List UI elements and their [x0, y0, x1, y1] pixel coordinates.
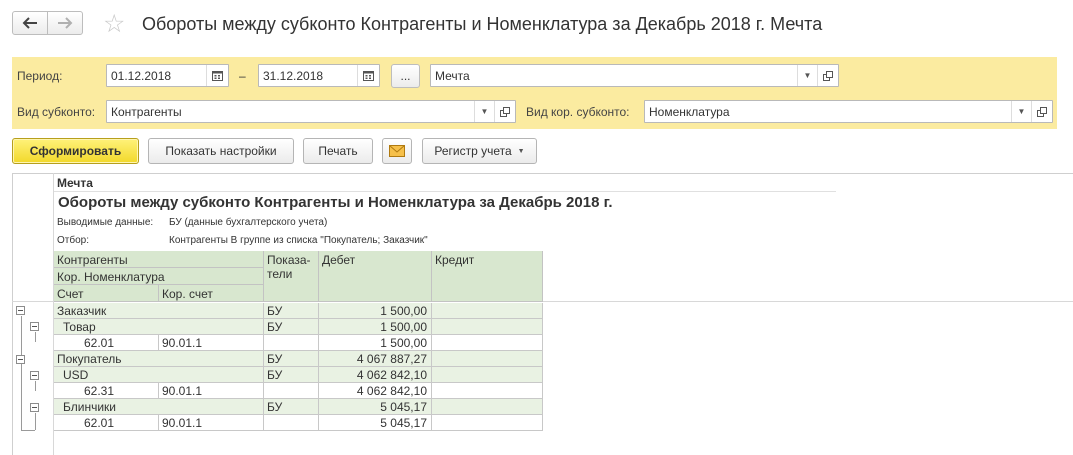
- chevron-down-icon[interactable]: ▼: [474, 101, 494, 122]
- date-from-value: 01.12.2018: [111, 69, 172, 83]
- row-subgroup-name: Товар: [54, 319, 264, 335]
- row-kor-account: 90.01.1: [159, 335, 264, 351]
- row-credit: [432, 319, 543, 335]
- column-header-account: Счет: [54, 285, 159, 302]
- filter-label: Отбор:: [57, 235, 89, 246]
- row-credit: [432, 335, 543, 351]
- show-settings-button[interactable]: Показать настройки: [148, 138, 294, 164]
- row-debit: 4 067 887,27: [319, 351, 432, 367]
- row-indicator: БУ: [264, 303, 319, 319]
- open-icon[interactable]: [1031, 101, 1052, 122]
- period-label: Период:: [17, 69, 63, 83]
- row-debit: 5 045,17: [319, 399, 432, 415]
- page-title: Обороты между субконто Контрагенты и Ном…: [142, 14, 823, 34]
- tree-line: [35, 413, 36, 430]
- date-to-value: 31.12.2018: [263, 69, 324, 83]
- tree-line: [35, 381, 36, 391]
- date-to-field[interactable]: 31.12.2018: [258, 64, 380, 87]
- star-icon[interactable]: ☆: [103, 11, 125, 36]
- column-header-indicators: Показа- тели: [264, 251, 319, 302]
- row-debit: 1 500,00: [319, 335, 432, 351]
- row-account: 62.31: [54, 383, 159, 399]
- arrow-left-icon: [22, 17, 37, 29]
- row-debit: 1 500,00: [319, 319, 432, 335]
- period-dash: –: [239, 69, 246, 83]
- column-header-kor-account: Кор. счет: [159, 285, 264, 302]
- register-button[interactable]: Регистр учета ▼: [422, 138, 537, 164]
- row-credit: [432, 351, 543, 367]
- kor-subconto-value: Номенклатура: [649, 105, 730, 119]
- calendar-icon[interactable]: [357, 65, 379, 86]
- row-debit: 5 045,17: [319, 415, 432, 431]
- forward-button[interactable]: [47, 11, 83, 35]
- row-indicator: БУ: [264, 367, 319, 383]
- indicators-line1: Показа-: [267, 253, 311, 267]
- row-debit: 1 500,00: [319, 303, 432, 319]
- row-indicator: БУ: [264, 319, 319, 335]
- organization-value: Мечта: [435, 69, 470, 83]
- row-group-name: Заказчик: [54, 303, 264, 319]
- filter-value: Контрагенты В группе из списка "Покупате…: [169, 235, 428, 246]
- column-header-credit: Кредит: [432, 251, 543, 302]
- tree-line: [21, 430, 35, 431]
- report-title: Обороты между субконто Контрагенты и Ном…: [58, 194, 613, 211]
- row-kor-account: 90.01.1: [159, 415, 264, 431]
- date-from-field[interactable]: 01.12.2018: [106, 64, 229, 87]
- row-kor-account: 90.01.1: [159, 383, 264, 399]
- tree-line: [35, 332, 36, 342]
- collapse-toggle-icon[interactable]: [30, 403, 39, 412]
- subconto-label: Вид субконто:: [17, 105, 96, 119]
- row-subgroup-name: USD: [54, 367, 264, 383]
- row-debit: 4 062 842,10: [319, 367, 432, 383]
- generate-button[interactable]: Сформировать: [12, 138, 139, 164]
- report-company: Мечта: [54, 174, 836, 192]
- subconto-value: Контрагенты: [111, 105, 182, 119]
- collapse-toggle-icon[interactable]: [30, 322, 39, 331]
- period-select-button[interactable]: ...: [391, 64, 420, 88]
- chevron-down-icon: ▼: [517, 147, 525, 155]
- column-header-contractors: Контрагенты: [54, 251, 264, 268]
- send-email-button[interactable]: [382, 138, 412, 164]
- row-group-name: Покупатель: [54, 351, 264, 367]
- collapse-toggle-icon[interactable]: [16, 355, 25, 364]
- row-account: 62.01: [54, 335, 159, 351]
- row-indicator: [264, 415, 319, 431]
- kor-subconto-field[interactable]: Номенклатура ▼: [644, 100, 1053, 123]
- calendar-icon[interactable]: [206, 65, 228, 86]
- arrow-right-icon: [58, 17, 73, 29]
- row-indicator: [264, 383, 319, 399]
- indicators-line2: тели: [267, 267, 293, 281]
- row-indicator: [264, 335, 319, 351]
- row-credit: [432, 399, 543, 415]
- collapse-toggle-icon[interactable]: [30, 371, 39, 380]
- collapse-toggle-icon[interactable]: [16, 306, 25, 315]
- row-credit: [432, 383, 543, 399]
- column-header-debit: Дебет: [319, 251, 432, 302]
- row-credit: [432, 367, 543, 383]
- open-icon[interactable]: [817, 65, 838, 86]
- row-subgroup-name: Блинчики: [54, 399, 264, 415]
- output-label: Выводимые данные:: [57, 217, 154, 228]
- print-button[interactable]: Печать: [303, 138, 373, 164]
- register-label: Регистр учета: [434, 144, 512, 158]
- row-debit: 4 062 842,10: [319, 383, 432, 399]
- back-button[interactable]: [12, 11, 48, 35]
- row-credit: [432, 303, 543, 319]
- subconto-field[interactable]: Контрагенты ▼: [106, 100, 516, 123]
- kor-subconto-label: Вид кор. субконто:: [526, 105, 630, 119]
- chevron-down-icon[interactable]: ▼: [1011, 101, 1031, 122]
- organization-field[interactable]: Мечта ▼: [430, 64, 839, 87]
- output-value: БУ (данные бухгалтерского учета): [169, 217, 328, 228]
- envelope-icon: [389, 145, 405, 157]
- chevron-down-icon[interactable]: ▼: [797, 65, 817, 86]
- row-account: 62.01: [54, 415, 159, 431]
- row-credit: [432, 415, 543, 431]
- column-header-kor-nomenclature: Кор. Номенклатура: [54, 268, 264, 285]
- row-indicator: БУ: [264, 399, 319, 415]
- open-icon[interactable]: [494, 101, 515, 122]
- tree-line: [21, 316, 22, 430]
- row-indicator: БУ: [264, 351, 319, 367]
